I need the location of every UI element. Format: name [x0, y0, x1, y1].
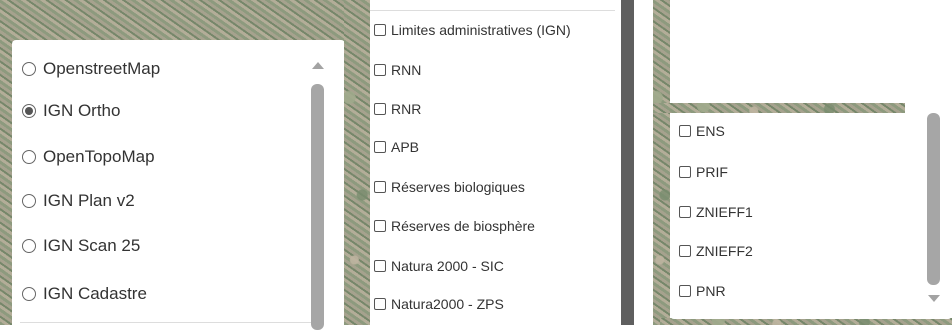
scroll-down-arrow[interactable]: [928, 295, 940, 302]
layer-label: Réserves biologiques: [391, 179, 525, 195]
panel-scrollbar-divider[interactable]: [621, 0, 634, 325]
radio-button[interactable]: [22, 150, 36, 164]
layer-item[interactable]: Natura 2000 - SIC: [374, 258, 504, 274]
basemap-option-openstreetmap[interactable]: OpenstreetMap: [22, 59, 160, 79]
layer-label: APB: [391, 139, 420, 155]
basemap-option-label: IGN Cadastre: [43, 284, 147, 303]
basemap-option-opentopomap[interactable]: OpenTopoMap: [22, 147, 155, 167]
layer-checkbox[interactable]: [679, 166, 691, 178]
radio-button-selected[interactable]: [22, 104, 36, 118]
layer-item[interactable]: ZNIEFF1: [679, 204, 753, 220]
layer-checkbox[interactable]: [679, 206, 691, 218]
layer-label: Limites administratives (IGN): [391, 22, 571, 38]
layer-label: ENS: [696, 123, 725, 139]
layer-checkbox[interactable]: [374, 181, 386, 193]
layer-checkbox[interactable]: [374, 141, 386, 153]
map-strip-right-bottom: [660, 318, 952, 325]
panel-top-border: [370, 10, 615, 11]
layer-item[interactable]: Réserves de biosphère: [374, 218, 535, 234]
map-strip-middle: [344, 0, 370, 325]
layer-label: Réserves de biosphère: [391, 218, 535, 234]
scrollbar-thumb[interactable]: [311, 84, 324, 330]
layer-item[interactable]: ZNIEFF2: [679, 243, 753, 259]
basemap-option-ign-ortho[interactable]: IGN Ortho: [22, 101, 120, 121]
section-divider: [20, 322, 319, 323]
radio-button[interactable]: [22, 239, 36, 253]
layer-label: Natura2000 - ZPS: [391, 296, 504, 312]
layer-item[interactable]: Limites administratives (IGN): [374, 22, 571, 38]
layer-item[interactable]: Natura2000 - ZPS: [374, 296, 504, 312]
layers-panel-right: ENS PRIF ZNIEFF1 ZNIEFF2 PNR: [670, 113, 952, 319]
layer-item[interactable]: RNN: [374, 62, 421, 78]
layer-item[interactable]: RNR: [374, 101, 421, 117]
radio-button[interactable]: [22, 62, 36, 76]
layer-label: ZNIEFF1: [696, 204, 753, 220]
layer-item[interactable]: PNR: [679, 283, 726, 299]
layer-checkbox[interactable]: [679, 285, 691, 297]
layer-checkbox[interactable]: [679, 125, 691, 137]
scrollbar-thumb[interactable]: [927, 113, 940, 285]
layers-panel-middle: Limites administratives (IGN) RNN RNR AP…: [370, 0, 621, 325]
basemap-option-ign-cadastre[interactable]: IGN Cadastre: [22, 284, 147, 304]
layer-label: Natura 2000 - SIC: [391, 258, 504, 274]
basemap-option-ign-scan-25[interactable]: IGN Scan 25: [22, 236, 140, 256]
layer-checkbox[interactable]: [374, 298, 386, 310]
layer-item[interactable]: PRIF: [679, 164, 728, 180]
map-strip-right-top: [653, 103, 905, 113]
basemap-option-ign-plan-v2[interactable]: IGN Plan v2: [22, 191, 135, 211]
layer-item[interactable]: Réserves biologiques: [374, 179, 525, 195]
layer-checkbox[interactable]: [679, 245, 691, 257]
layer-label: RNR: [391, 101, 422, 117]
layer-item[interactable]: APB: [374, 139, 419, 155]
scroll-up-arrow[interactable]: [312, 62, 324, 69]
basemap-option-label: IGN Ortho: [43, 101, 121, 120]
map-strip-right: [653, 0, 670, 325]
basemap-option-label: OpenTopoMap: [43, 147, 155, 166]
layer-checkbox[interactable]: [374, 64, 386, 76]
radio-button[interactable]: [22, 194, 36, 208]
layer-checkbox[interactable]: [374, 220, 386, 232]
layer-label: RNN: [391, 62, 422, 78]
basemap-option-label: IGN Scan 25: [43, 236, 141, 255]
layer-checkbox[interactable]: [374, 24, 386, 36]
layer-checkbox[interactable]: [374, 260, 386, 272]
layer-label: ZNIEFF2: [696, 243, 753, 259]
layer-checkbox[interactable]: [374, 103, 386, 115]
layer-item[interactable]: ENS: [679, 123, 725, 139]
layer-label: PRIF: [696, 164, 728, 180]
basemap-option-label: IGN Plan v2: [43, 191, 135, 210]
basemap-panel: OpenstreetMap IGN Ortho OpenTopoMap IGN …: [12, 40, 345, 330]
radio-button[interactable]: [22, 287, 36, 301]
basemap-option-label: OpenstreetMap: [43, 59, 161, 78]
layer-label: PNR: [696, 283, 726, 299]
